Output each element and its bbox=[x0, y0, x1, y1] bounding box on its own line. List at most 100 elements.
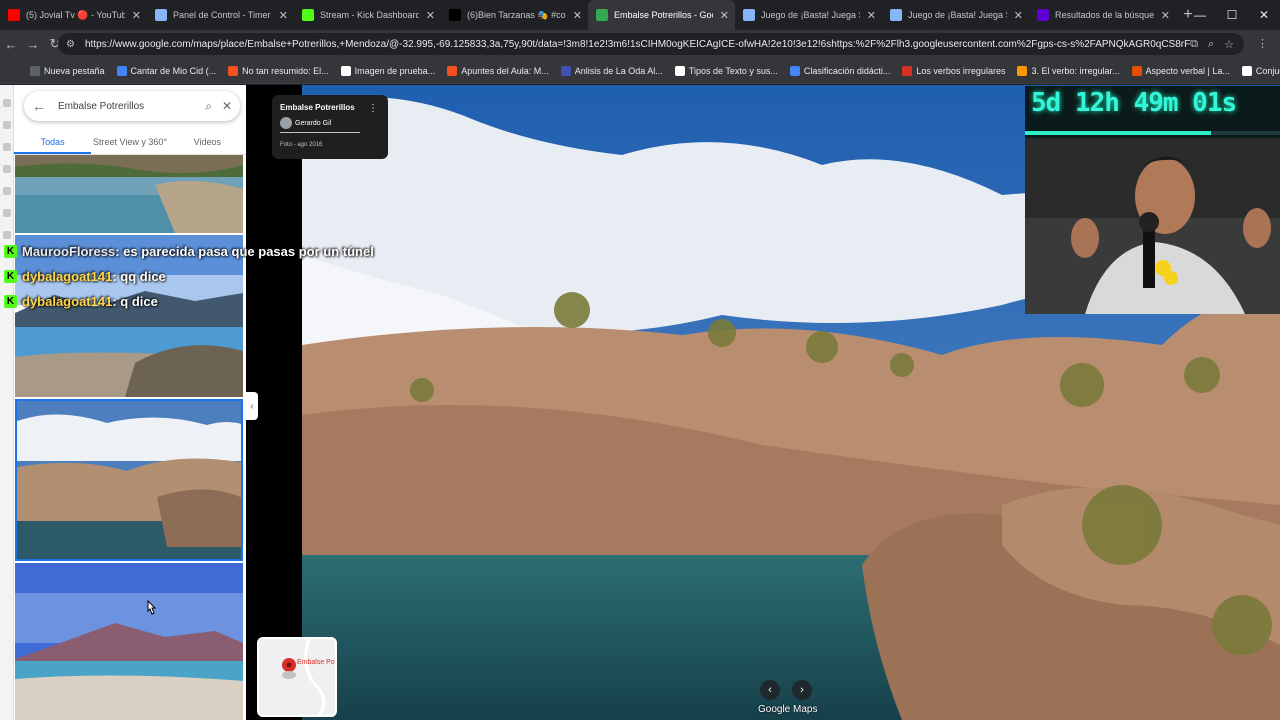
tab-title: Panel de Control - Timer bbox=[173, 10, 271, 20]
yahoo-icon bbox=[1037, 9, 1049, 21]
bookmark-label: Los verbos irregulares bbox=[916, 65, 1006, 76]
forward-icon[interactable]: → bbox=[22, 37, 44, 52]
tab-street-view[interactable]: Street View y 360° bbox=[91, 133, 168, 154]
youtube-icon bbox=[8, 9, 20, 21]
bookmark-item[interactable]: Clasificación didácti... bbox=[789, 65, 891, 76]
bookmark-favicon-icon bbox=[228, 65, 239, 76]
close-tab-icon[interactable]: ✕ bbox=[720, 9, 729, 22]
bookmark-favicon-icon bbox=[340, 65, 351, 76]
bookmark-star-icon[interactable]: ☆ bbox=[1224, 38, 1234, 51]
chat-username: MaurooFloress bbox=[22, 244, 116, 259]
photo-thumbnail[interactable] bbox=[15, 563, 243, 720]
close-icon[interactable]: ✕ bbox=[222, 99, 232, 113]
bookmark-favicon-icon bbox=[674, 65, 685, 76]
browser-tab[interactable]: Stream - Kick Dashboard ✕ bbox=[294, 0, 441, 30]
avatar[interactable] bbox=[280, 117, 292, 129]
bookmark-item[interactable]: Cantar de Mio Cid (... bbox=[116, 65, 217, 76]
photo-panel: ← Embalse Potrerillos ⌕ ✕ Todas Street V… bbox=[14, 85, 246, 720]
zoom-icon[interactable]: ⌕ bbox=[1208, 38, 1214, 51]
tab-title: (5) Jovial Tv 🔴 - YouTube bbox=[26, 9, 125, 20]
bookmark-item[interactable]: Nueva pestaña bbox=[30, 65, 105, 76]
bookmark-favicon-icon bbox=[447, 65, 458, 76]
more-options-icon[interactable]: ⋮ bbox=[368, 103, 378, 114]
site-info-icon[interactable]: ⚙ bbox=[66, 39, 75, 50]
bookmark-item[interactable]: 3. El verbo: irregular... bbox=[1017, 65, 1120, 76]
bookmark-item[interactable]: Conjugación dar | C... bbox=[1241, 65, 1280, 76]
bookmark-item[interactable]: Imagen de prueba... bbox=[340, 65, 436, 76]
tab-videos[interactable]: Videos bbox=[169, 133, 246, 154]
tab-title: Juego de ¡Basta! Juega St bbox=[761, 10, 860, 20]
collapse-panel-button[interactable]: ‹ bbox=[246, 392, 258, 420]
search-input[interactable]: Embalse Potrerillos bbox=[58, 101, 195, 112]
bookmark-label: Clasificación didácti... bbox=[803, 65, 891, 76]
photo-thumbnail[interactable] bbox=[15, 155, 243, 233]
address-url[interactable]: https://www.google.com/maps/place/Embals… bbox=[85, 39, 1190, 50]
bookmark-label: 3. El verbo: irregular... bbox=[1031, 65, 1120, 76]
close-tab-icon[interactable]: ✕ bbox=[1161, 9, 1170, 22]
photo-date: Foto - ago 2016 bbox=[280, 142, 323, 148]
close-tab-icon[interactable]: ✕ bbox=[132, 9, 141, 22]
address-bar[interactable]: ⚙ https://www.google.com/maps/place/Emba… bbox=[58, 33, 1244, 55]
bookmark-label: No tan resumido: El... bbox=[242, 65, 329, 76]
close-tab-icon[interactable]: ✕ bbox=[1014, 9, 1023, 22]
tab-todas[interactable]: Todas bbox=[14, 133, 92, 154]
close-tab-icon[interactable]: ✕ bbox=[867, 9, 876, 22]
bookmark-item[interactable]: Tipos de Texto y sus... bbox=[674, 65, 778, 76]
browser-tab[interactable]: Juego de ¡Basta! Juega St ✕ bbox=[882, 0, 1029, 30]
search-icon[interactable]: ⌕ bbox=[205, 99, 212, 114]
prev-photo-icon[interactable]: ‹ bbox=[760, 680, 780, 700]
bookmark-favicon-icon bbox=[789, 65, 800, 76]
bookmark-favicon-icon bbox=[30, 65, 40, 76]
tab-title: Juego de ¡Basta! Juega St bbox=[908, 10, 1007, 20]
browser-tab[interactable]: Resultados de la búsqued ✕ bbox=[1029, 0, 1176, 30]
bookmark-favicon-icon bbox=[902, 65, 913, 76]
bookmark-label: Cantar de Mio Cid (... bbox=[130, 65, 217, 76]
photo-navigation: ‹ › bbox=[760, 680, 812, 700]
kick-icon: K bbox=[4, 245, 17, 258]
browser-tab[interactable]: Juego de ¡Basta! Juega St ✕ bbox=[735, 0, 882, 30]
open-in-app-icon[interactable]: ⧉ bbox=[1190, 38, 1198, 51]
minimize-icon[interactable]: — bbox=[1184, 0, 1216, 30]
next-photo-icon[interactable]: › bbox=[792, 680, 812, 700]
bookmark-label: Nueva pestaña bbox=[44, 65, 105, 76]
photo-info-card: Embalse Potrerillos ⋮ Gerardo Gil Foto -… bbox=[272, 95, 388, 159]
photo-thumbnail-selected[interactable] bbox=[15, 399, 243, 561]
chat-text: : es parecida pasa que pasas por un túne… bbox=[115, 244, 374, 259]
menu-icon[interactable]: ⋮ bbox=[1257, 37, 1268, 50]
back-icon[interactable]: ← bbox=[0, 37, 22, 52]
bookmark-label: Tipos de Texto y sus... bbox=[688, 65, 778, 76]
bookmark-item[interactable]: Anlisis de La Oda Al... bbox=[560, 65, 663, 76]
bookmark-item[interactable]: Apuntes del Aula: M... bbox=[447, 65, 549, 76]
browser-tab[interactable]: (5) Jovial Tv 🔴 - YouTube ✕ bbox=[0, 0, 147, 30]
close-tab-icon[interactable]: ✕ bbox=[279, 9, 288, 22]
globe-icon bbox=[890, 9, 902, 21]
chat-text: : q dice bbox=[112, 294, 158, 309]
bookmark-label: Aspecto verbal | La... bbox=[1145, 65, 1230, 76]
close-tab-icon[interactable]: ✕ bbox=[426, 9, 435, 22]
webcam-feed bbox=[1025, 138, 1280, 314]
stream-chat-overlay: K MaurooFloress : es parecida pasa que pa… bbox=[4, 239, 374, 314]
tiktok-icon bbox=[449, 9, 461, 21]
bookmark-item[interactable]: Aspecto verbal | La... bbox=[1131, 65, 1230, 76]
globe-icon bbox=[743, 9, 755, 21]
maps-left-rail bbox=[0, 85, 14, 720]
bookmark-item[interactable]: No tan resumido: El... bbox=[228, 65, 329, 76]
timer-text: 5d 12h 49m 01s bbox=[1031, 88, 1237, 118]
search-box[interactable]: ← Embalse Potrerillos ⌕ ✕ bbox=[24, 91, 240, 121]
close-window-icon[interactable]: ✕ bbox=[1248, 0, 1280, 30]
chat-message: Kdybalagoat141 : qq dice bbox=[4, 264, 374, 289]
bookmark-favicon-icon bbox=[1017, 65, 1028, 76]
maximize-icon[interactable]: ☐ bbox=[1216, 0, 1248, 30]
tab-title: Embalse Potrerillos - Goo bbox=[614, 10, 713, 20]
browser-tab[interactable]: Panel de Control - Timer ✕ bbox=[147, 0, 294, 30]
browser-tab[interactable]: Embalse Potrerillos - Goo ✕ bbox=[588, 0, 735, 30]
tab-title: Resultados de la búsqued bbox=[1055, 10, 1154, 20]
back-arrow-icon[interactable]: ← bbox=[32, 98, 46, 114]
browser-tab[interactable]: (6)Bien Tarzanas 🎭 #com ✕ bbox=[441, 0, 588, 30]
close-tab-icon[interactable]: ✕ bbox=[573, 9, 582, 22]
bookmark-item[interactable]: Los verbos irregulares bbox=[902, 65, 1006, 76]
minimap[interactable]: Embalse Po bbox=[257, 637, 337, 717]
tab-list: (5) Jovial Tv 🔴 - YouTube ✕ Panel de Contr… bbox=[0, 0, 1176, 30]
photo-author[interactable]: Gerardo Gil bbox=[295, 120, 331, 127]
bookmark-label: Imagen de prueba... bbox=[354, 65, 436, 76]
